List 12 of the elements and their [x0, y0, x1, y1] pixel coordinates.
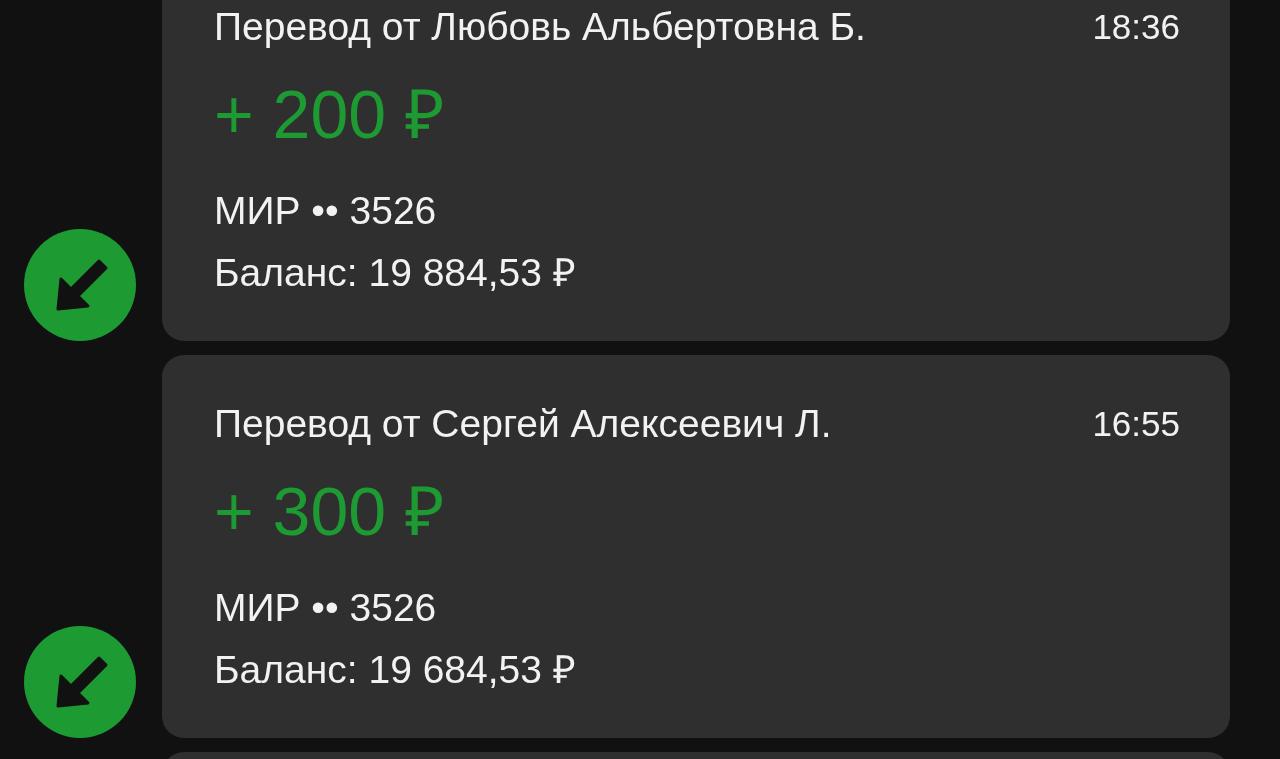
transaction-card[interactable]: Перевод от Сергей Алексеевич Л. 16:55 + 300 ₽ МИР •• 3526 Баланс: 19 684,53 ₽ — [162, 355, 1230, 738]
transaction-title: Перевод от Сергей Алексеевич Л. — [214, 401, 832, 447]
card-number: МИР •• 3526 — [214, 585, 437, 631]
transaction-title: Перевод от Любовь Альбертовна Б. — [214, 4, 866, 50]
transaction-time: 16:55 — [1092, 403, 1180, 445]
card-number: МИР •• 3526 — [214, 188, 437, 234]
balance: Баланс: 19 684,53 ₽ — [214, 647, 576, 693]
amount: + 300 ₽ — [214, 472, 445, 551]
balance: Баланс: 19 884,53 ₽ — [214, 250, 576, 296]
transaction-card[interactable]: Перевод от Любовь Альбертовна Б. 18:36 + 200 ₽ МИР •• 3526 Баланс: 19 884,53 ₽ — [162, 0, 1230, 341]
transaction-time: 18:36 — [1092, 6, 1180, 48]
amount: + 200 ₽ — [214, 75, 445, 154]
